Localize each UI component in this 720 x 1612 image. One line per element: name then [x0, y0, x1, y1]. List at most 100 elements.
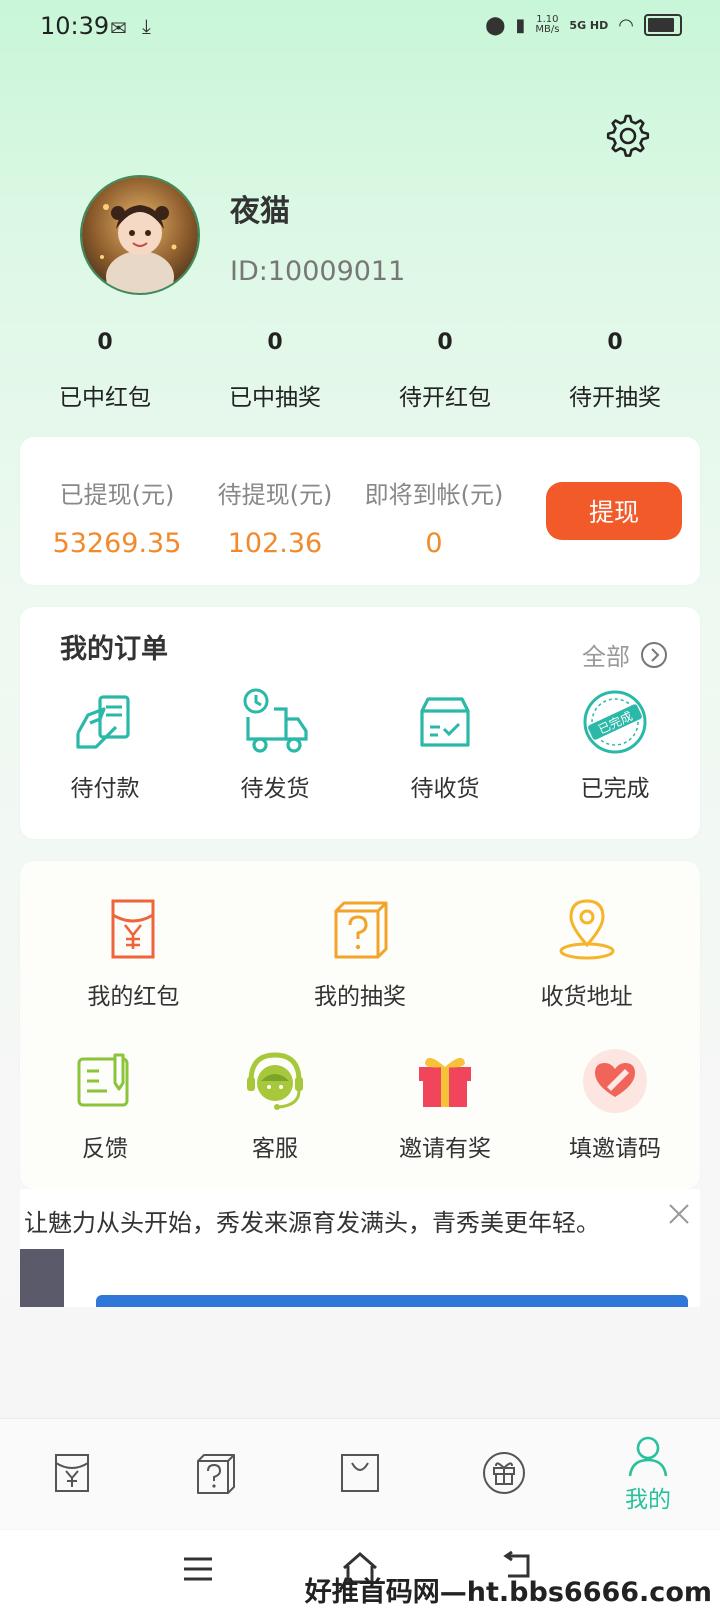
- service-shipping-address[interactable]: 收货地址: [473, 895, 700, 1011]
- withdrawn-column: 已提现(元) 53269.35: [42, 475, 192, 559]
- chevron-right-circle-icon: [641, 641, 667, 668]
- services-row-1: 我的红包 我的抽奖 收货地址: [20, 895, 700, 1011]
- red-envelope-icon: [111, 899, 155, 959]
- watermark: 好推首码网—ht.bbs6666.com: [304, 1577, 712, 1608]
- net-speed-unit: MB/s: [535, 24, 560, 35]
- withdrawn-label: 已提现(元): [59, 481, 175, 509]
- red-envelope-tab-icon: [55, 1454, 89, 1492]
- avatar[interactable]: [80, 175, 200, 295]
- services-row-2: 反馈 客服 邀请有奖 填邀请码: [20, 1047, 700, 1163]
- order-pending-receipt[interactable]: 待收货: [360, 687, 530, 803]
- order-label: 待收货: [410, 776, 480, 802]
- order-pending-payment[interactable]: 待付款: [20, 687, 190, 803]
- tab-mine[interactable]: 我的: [576, 1419, 720, 1529]
- orders-title: 我的订单: [60, 634, 168, 665]
- delivery-truck-icon: [243, 688, 308, 753]
- service-invite-reward[interactable]: 邀请有奖: [360, 1047, 530, 1163]
- service-label: 反馈: [82, 1136, 128, 1162]
- service-enter-invite-code[interactable]: 填邀请码: [530, 1047, 700, 1163]
- arriving-label: 即将到帐(元): [364, 481, 504, 509]
- order-label: 待发货: [240, 776, 310, 802]
- service-label: 邀请有奖: [399, 1136, 491, 1162]
- arriving-value: 0: [425, 528, 443, 559]
- tab-label: 我的: [625, 1487, 671, 1513]
- status-icons: ⬤ ▮ 1.10 MB/s 5G HD ◠: [485, 14, 682, 36]
- orders-row: 待付款 待发货 待收货 已完成 已完成: [20, 687, 700, 803]
- withdrawn-value: 53269.35: [52, 528, 182, 559]
- lottery-box-icon: [334, 901, 388, 959]
- ad-banner[interactable]: 让魅力从头开始，秀发来源育发满头，青秀美更年轻。: [20, 1189, 700, 1307]
- service-label: 我的红包: [87, 984, 180, 1010]
- username: 夜猫: [230, 194, 290, 229]
- stat-label: 待开红包: [399, 385, 491, 411]
- service-my-red-packets[interactable]: 我的红包: [20, 895, 247, 1011]
- wallet-card: 已提现(元) 53269.35 待提现(元) 102.36 即将到帐(元) 0 …: [20, 437, 700, 585]
- service-label: 填邀请码: [569, 1136, 661, 1162]
- stat-value: 0: [97, 330, 113, 355]
- gift-tab-icon: [483, 1452, 525, 1494]
- pending-label: 待提现(元): [217, 481, 333, 509]
- menu-icon[interactable]: [182, 1556, 214, 1582]
- stat-label: 待开抽奖: [569, 385, 661, 411]
- vibrate-icon: ▮: [515, 14, 526, 36]
- orders-card: 我的订单 全部 待付款 待发货 待收货 已完成 已完成: [20, 607, 700, 839]
- order-label: 已完成: [580, 776, 650, 802]
- order-pending-shipment[interactable]: 待发货: [190, 687, 360, 803]
- status-time: 10:39: [40, 12, 110, 40]
- service-label: 收货地址: [540, 984, 633, 1010]
- network-type: 5G HD: [569, 18, 609, 32]
- lottery-tab-icon: [197, 1454, 235, 1494]
- stat-value: 0: [437, 330, 453, 355]
- tab-gift[interactable]: [432, 1419, 576, 1529]
- service-label: 我的抽奖: [314, 984, 406, 1010]
- wechat-icon: ✉: [110, 16, 127, 40]
- completed-stamp-icon: 已完成: [583, 690, 647, 754]
- services-card: 我的红包 我的抽奖 收货地址 反馈 客服 邀请有奖 填邀请码: [20, 861, 700, 1189]
- ad-thumbnail: [20, 1249, 64, 1307]
- stats-row: 0 已中红包 0 已中抽奖 0 待开红包 0 待开抽奖: [20, 330, 700, 412]
- stat-value: 0: [267, 330, 283, 355]
- service-my-lottery[interactable]: 我的抽奖: [247, 895, 474, 1011]
- status-bar: 10:39 ✉ ⤓ ⬤ ▮ 1.10 MB/s 5G HD ◠: [0, 0, 720, 60]
- close-icon[interactable]: [666, 1201, 692, 1227]
- settings-gear-icon[interactable]: [602, 112, 650, 160]
- receive-box-icon: [420, 697, 470, 747]
- stat-label: 已中抽奖: [229, 385, 321, 411]
- avatar-image: [82, 177, 198, 293]
- order-completed[interactable]: 已完成 已完成: [530, 687, 700, 803]
- bottom-tab-bar: 我的: [0, 1418, 720, 1529]
- payment-icon: [76, 695, 130, 749]
- gift-icon: [419, 1057, 471, 1107]
- withdraw-button[interactable]: 提现: [546, 482, 682, 540]
- download-icon: ⤓: [142, 14, 151, 38]
- stamp-text: 已完成: [596, 708, 635, 737]
- feedback-icon: [77, 1053, 129, 1107]
- pending-column: 待提现(元) 102.36: [200, 475, 350, 559]
- ad-action-bar[interactable]: [96, 1295, 688, 1307]
- tab-bag[interactable]: [288, 1419, 432, 1529]
- net-speed: 1.10 MB/s: [535, 15, 559, 35]
- bag-tab-icon: [341, 1454, 379, 1492]
- service-customer-service[interactable]: 客服: [190, 1047, 360, 1163]
- tab-red-envelope[interactable]: [0, 1419, 144, 1529]
- service-feedback[interactable]: 反馈: [20, 1047, 190, 1163]
- stat-value: 0: [607, 330, 623, 355]
- customer-service-icon: [247, 1052, 303, 1110]
- user-id: ID:10009011: [230, 256, 406, 287]
- stat-label: 已中红包: [59, 385, 151, 411]
- service-label: 客服: [252, 1136, 298, 1162]
- stat-won-lottery[interactable]: 0 已中抽奖: [190, 330, 360, 412]
- ad-text: 让魅力从头开始，秀发来源育发满头，青秀美更年轻。: [24, 1209, 600, 1237]
- stat-won-red-packets[interactable]: 0 已中红包: [20, 330, 190, 412]
- stat-pending-lottery[interactable]: 0 待开抽奖: [530, 330, 700, 412]
- order-label: 待付款: [70, 776, 140, 802]
- arriving-column: 即将到帐(元) 0: [356, 475, 512, 559]
- battery-icon: [644, 14, 682, 36]
- orders-all-link[interactable]: 全部: [582, 637, 668, 672]
- pending-value: 102.36: [227, 528, 323, 559]
- tab-lottery[interactable]: [144, 1419, 288, 1529]
- invite-code-icon: [583, 1049, 647, 1113]
- stat-pending-red-packets[interactable]: 0 待开红包: [360, 330, 530, 412]
- person-tab-icon: [628, 1436, 668, 1477]
- location-pin-icon: [559, 899, 615, 960]
